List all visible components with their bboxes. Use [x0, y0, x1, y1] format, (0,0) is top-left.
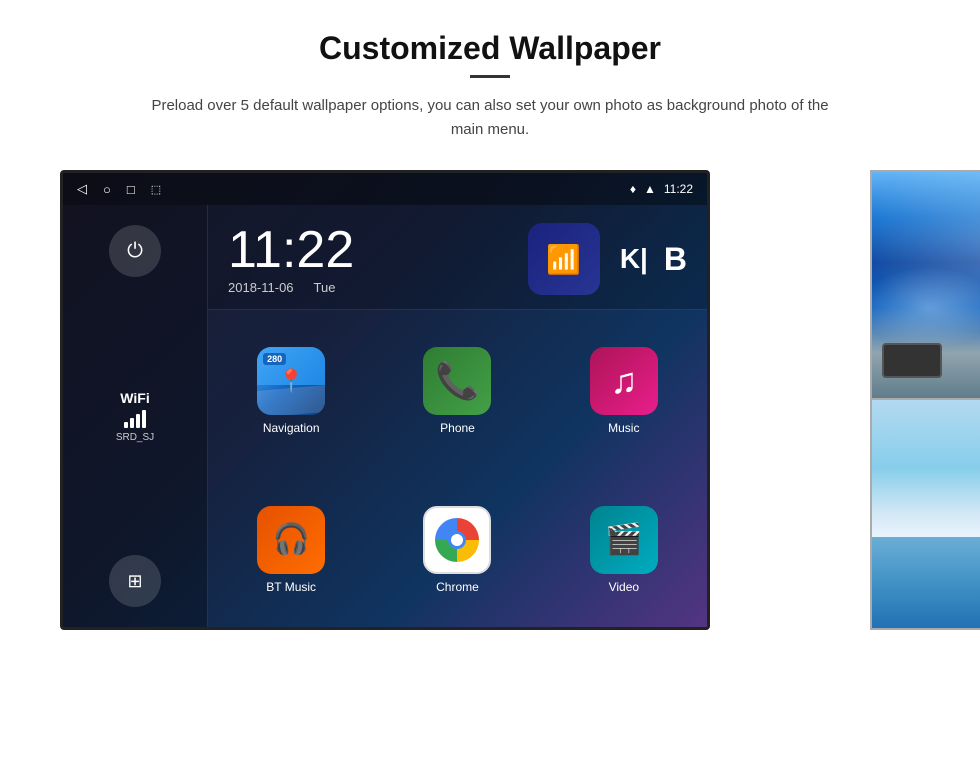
btmusic-icon: 🎧	[257, 506, 325, 574]
wifi-bar-4	[142, 410, 146, 428]
main-area: ⏻ WiFi SRD_SJ ⊞	[63, 205, 707, 627]
nav-icons: ◁ ○ □ ⬚	[77, 181, 161, 197]
apps-button[interactable]: ⊞	[109, 555, 161, 607]
chrome-center	[448, 531, 466, 549]
bluetooth-icon-symbol: 🎧	[272, 522, 309, 557]
app-item-phone[interactable]: 📞 Phone	[374, 310, 540, 469]
wallpaper-bottom: CarSetting	[870, 400, 980, 630]
music-icon: ♫	[590, 347, 658, 415]
chrome-icon	[423, 506, 491, 574]
video-icon-symbol: 🎬	[605, 522, 642, 557]
clock-date-value: 2018-11-06	[228, 280, 294, 295]
wifi-ssid: SRD_SJ	[116, 432, 154, 443]
screen-wrapper: ◁ ○ □ ⬚ ♦ ▲ 11:22 ⏻	[60, 170, 930, 630]
app-item-video[interactable]: 🎬 Video	[541, 469, 707, 628]
tape-decoration	[882, 343, 942, 378]
wallpaper-overlay: CarSetting	[870, 170, 980, 630]
clock-time: 11:22	[228, 224, 354, 276]
wifi-widget: 📶	[528, 223, 600, 295]
video-icon: 🎬	[590, 506, 658, 574]
left-sidebar: ⏻ WiFi SRD_SJ ⊞	[63, 205, 208, 627]
ki-label: K|	[620, 243, 648, 275]
navigation-label: Navigation	[263, 421, 320, 435]
map-icon-symbol: 📍	[277, 368, 304, 394]
android-screen: ◁ ○ □ ⬚ ♦ ▲ 11:22 ⏻	[60, 170, 710, 630]
navigation-icon: 280 📍	[257, 347, 325, 415]
clock-left: 11:22 2018-11-06 Tue	[228, 224, 354, 295]
power-button[interactable]: ⏻	[109, 225, 161, 277]
app-item-btmusic[interactable]: 🎧 BT Music	[208, 469, 374, 628]
map-background: 280 📍	[257, 347, 325, 415]
wifi-label: WiFi	[116, 390, 154, 406]
clock-date: 2018-11-06 Tue	[228, 280, 354, 295]
map-badge: 280	[263, 353, 286, 365]
clock-day-value: Tue	[314, 280, 336, 295]
wifi-section: WiFi SRD_SJ	[116, 390, 154, 443]
back-icon[interactable]: ◁	[77, 181, 87, 197]
wifi-bar-3	[136, 414, 140, 428]
phone-icon: 📞	[423, 347, 491, 415]
wifi-large-icon: 📶	[546, 243, 581, 276]
wallpaper-top	[870, 170, 980, 400]
chrome-circle	[435, 518, 479, 562]
phone-icon-symbol: 📞	[435, 360, 480, 402]
b-label: B	[664, 241, 687, 278]
btmusic-label: BT Music	[266, 580, 316, 594]
apps-icon: ⊞	[127, 571, 142, 592]
app-item-chrome[interactable]: Chrome	[374, 469, 540, 628]
page-description: Preload over 5 default wallpaper options…	[140, 94, 840, 142]
center-content: 11:22 2018-11-06 Tue 📶 K| B	[208, 205, 707, 627]
home-icon[interactable]: ○	[103, 182, 111, 197]
power-icon: ⏻	[127, 240, 143, 263]
wifi-bar-1	[124, 422, 128, 428]
bridge-scene	[872, 400, 980, 628]
wifi-bar-2	[130, 418, 134, 428]
screenshot-icon[interactable]: ⬚	[151, 183, 161, 196]
recents-icon[interactable]: □	[127, 182, 135, 197]
app-item-music[interactable]: ♫ Music	[541, 310, 707, 469]
music-icon-symbol: ♫	[610, 360, 637, 402]
app-item-navigation[interactable]: 280 📍 Navigation	[208, 310, 374, 469]
wifi-bars	[116, 410, 154, 428]
status-right: ♦ ▲ 11:22	[630, 182, 693, 196]
clock-right: 📶 K| B	[528, 223, 687, 295]
chrome-label: Chrome	[436, 580, 479, 594]
phone-label: Phone	[440, 421, 475, 435]
status-time: 11:22	[664, 182, 693, 196]
wifi-status-icon: ▲	[644, 182, 656, 196]
video-label: Video	[609, 580, 639, 594]
app-grid: 280 📍 Navigation 📞	[208, 310, 707, 627]
clock-area: 11:22 2018-11-06 Tue 📶 K| B	[208, 205, 707, 310]
title-divider	[470, 75, 510, 78]
page-title: Customized Wallpaper	[60, 30, 920, 67]
status-bar: ◁ ○ □ ⬚ ♦ ▲ 11:22	[63, 173, 707, 205]
music-label: Music	[608, 421, 639, 435]
location-icon: ♦	[630, 182, 636, 196]
